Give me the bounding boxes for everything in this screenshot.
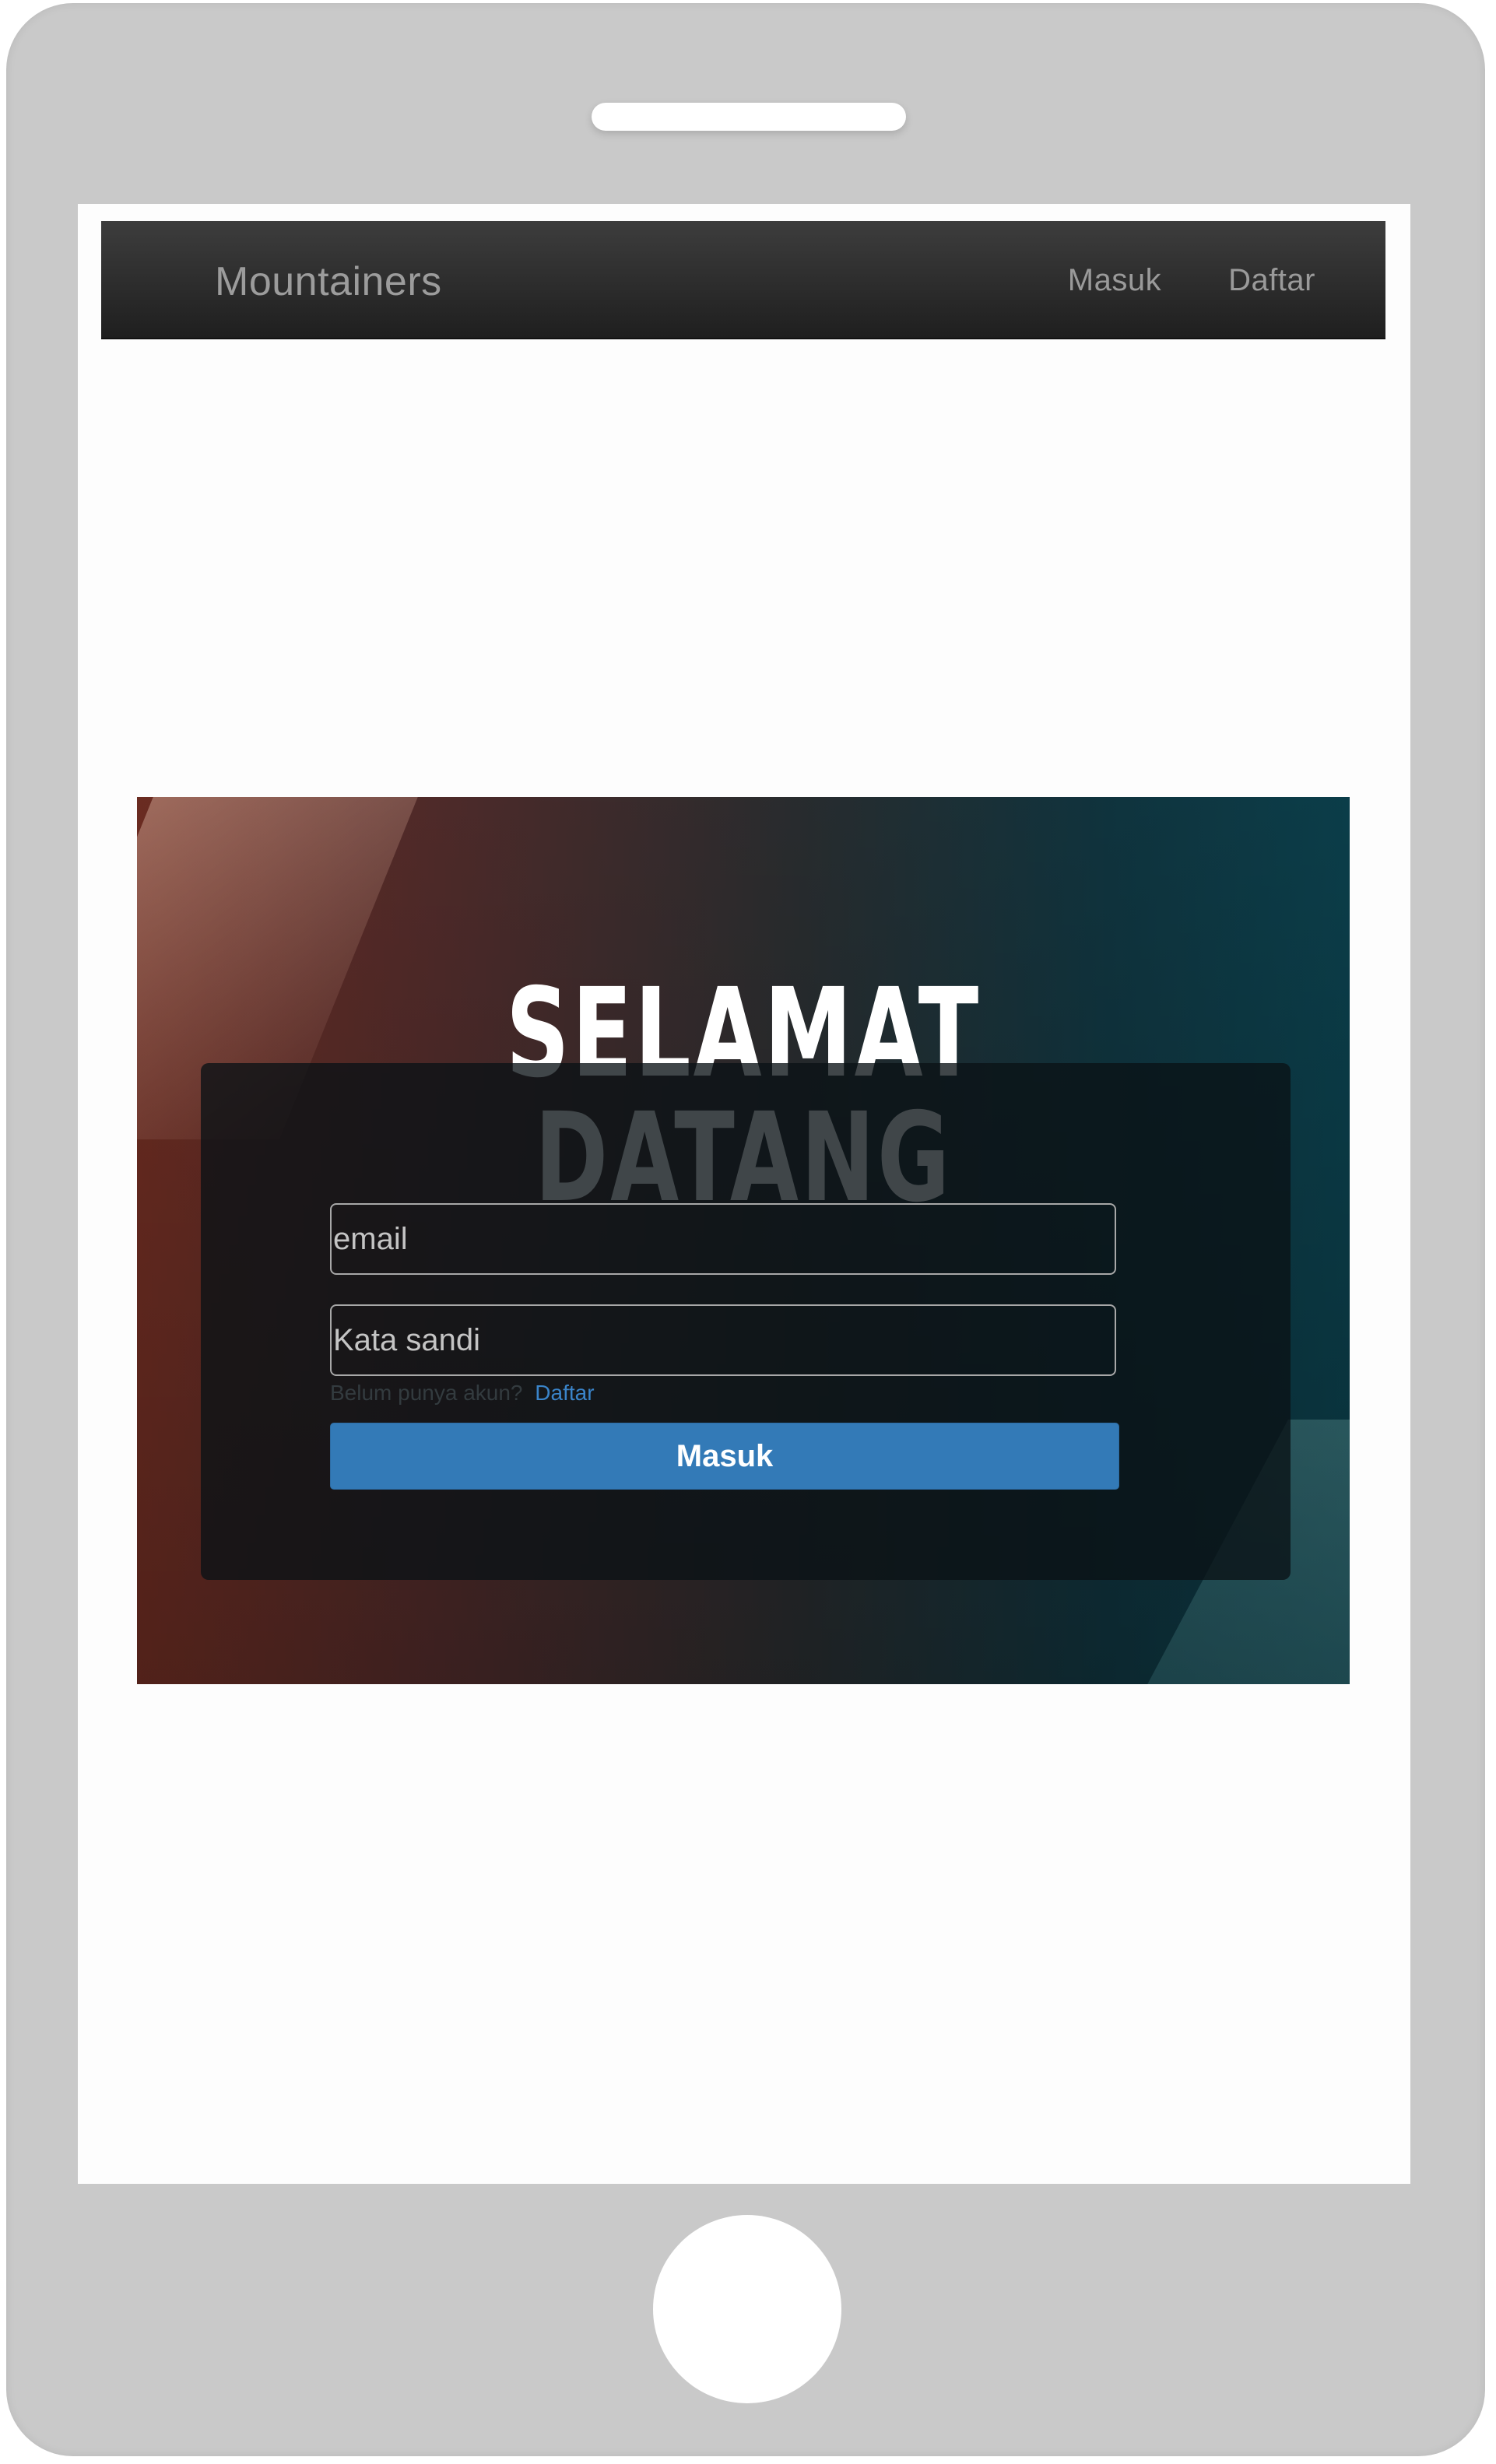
hero-banner: SELAMAT DATANG Belum punya akun? Daftar … — [137, 797, 1350, 1684]
phone-screen: Mountainers Masuk Daftar SELAMAT DATANG … — [78, 204, 1410, 2184]
phone-home-button — [653, 2215, 841, 2403]
brand-name[interactable]: Mountainers — [215, 258, 442, 305]
nav-links: Masuk Daftar — [1068, 263, 1315, 298]
signup-prompt-row: Belum punya akun? Daftar — [330, 1381, 595, 1406]
password-input[interactable] — [330, 1304, 1116, 1376]
top-navbar: Mountainers Masuk Daftar — [101, 221, 1385, 339]
email-input[interactable] — [330, 1203, 1116, 1275]
phone-speaker — [592, 103, 906, 131]
login-button[interactable]: Masuk — [330, 1423, 1119, 1490]
signup-link[interactable]: Daftar — [535, 1381, 594, 1405]
signup-prompt-text: Belum punya akun? — [330, 1381, 523, 1405]
login-form: Belum punya akun? Daftar Masuk — [201, 1063, 1291, 1580]
nav-link-daftar[interactable]: Daftar — [1228, 263, 1315, 298]
nav-link-masuk[interactable]: Masuk — [1068, 263, 1161, 298]
phone-frame: Mountainers Masuk Daftar SELAMAT DATANG … — [6, 3, 1485, 2456]
